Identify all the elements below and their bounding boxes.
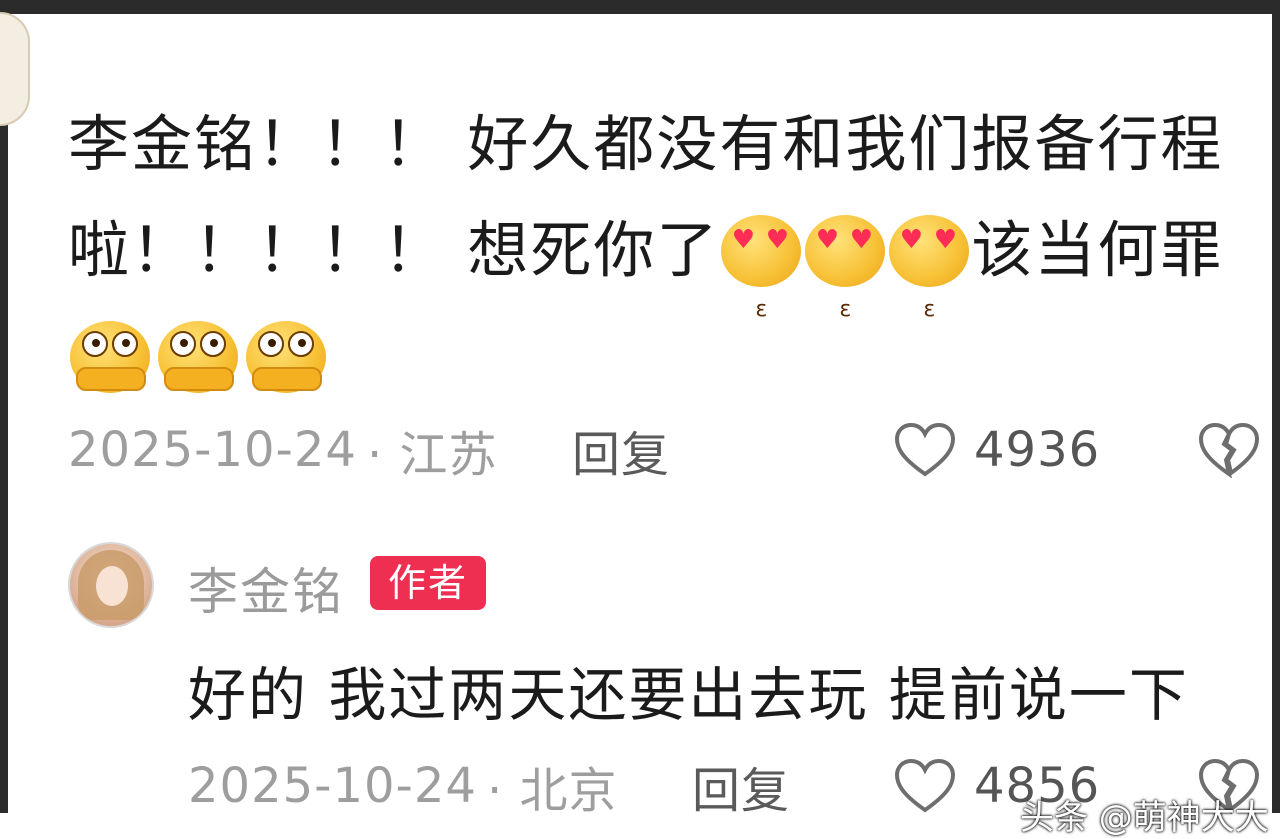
window-frame-top bbox=[0, 0, 1280, 14]
comment-line-2: 啦！！！！！ 想死你了 ♥ ♥ ε ♥ ♥ ε ♥ ♥ ε 该当何罪 bbox=[68, 198, 1248, 322]
comment-body: 李金铭！！！ 好久都没有和我们报备行程 啦！！！！！ 想死你了 ♥ ♥ ε ♥ ♥ ε … bbox=[68, 92, 1248, 410]
heart-outline-icon[interactable] bbox=[894, 422, 956, 478]
kissing-heart-eyes-icon: ♥ ♥ ε bbox=[889, 215, 970, 322]
pleading-hands-icon bbox=[70, 321, 150, 393]
reply-author-name[interactable]: 李金铭 bbox=[188, 552, 344, 624]
watermark: 头条 @萌神大大 bbox=[1020, 798, 1269, 838]
author-avatar[interactable] bbox=[68, 542, 154, 628]
heart-outline-icon[interactable] bbox=[894, 758, 956, 814]
comment-meta: 2025-10-24 · 江苏 回复 4936 bbox=[68, 420, 1268, 483]
reply-reply-button[interactable]: 回复 bbox=[692, 751, 790, 821]
reply-body: 好的 我过两天还要出去玩 提前说一下 bbox=[188, 661, 1189, 729]
kissing-heart-eyes-icon: ♥ ♥ ε bbox=[721, 215, 802, 322]
reply-location: · 北京 bbox=[486, 763, 618, 819]
reply-date: 2025-10-24 bbox=[188, 758, 477, 814]
comment-location: · 江苏 bbox=[366, 427, 498, 483]
window-frame-right bbox=[1272, 0, 1280, 813]
partial-avatar bbox=[0, 12, 30, 126]
author-badge: 作者 bbox=[370, 556, 486, 610]
pleading-hands-icon bbox=[246, 321, 326, 393]
comment-date: 2025-10-24 bbox=[68, 422, 357, 478]
comment-line-2-text: 啦！！！！！ 想死你了 bbox=[68, 215, 720, 286]
broken-heart-icon[interactable] bbox=[1198, 422, 1260, 478]
comment-line-1: 李金铭！！！ 好久都没有和我们报备行程 bbox=[68, 109, 1224, 180]
comment-like-count: 4936 bbox=[974, 422, 1101, 478]
reply-button[interactable]: 回复 bbox=[572, 415, 670, 485]
kissing-heart-eyes-icon: ♥ ♥ ε bbox=[805, 215, 886, 322]
comment-line-2-suffix: 该当何罪 bbox=[971, 215, 1224, 286]
pleading-hands-icon bbox=[158, 321, 238, 393]
comment-emoji-row bbox=[68, 304, 1248, 410]
